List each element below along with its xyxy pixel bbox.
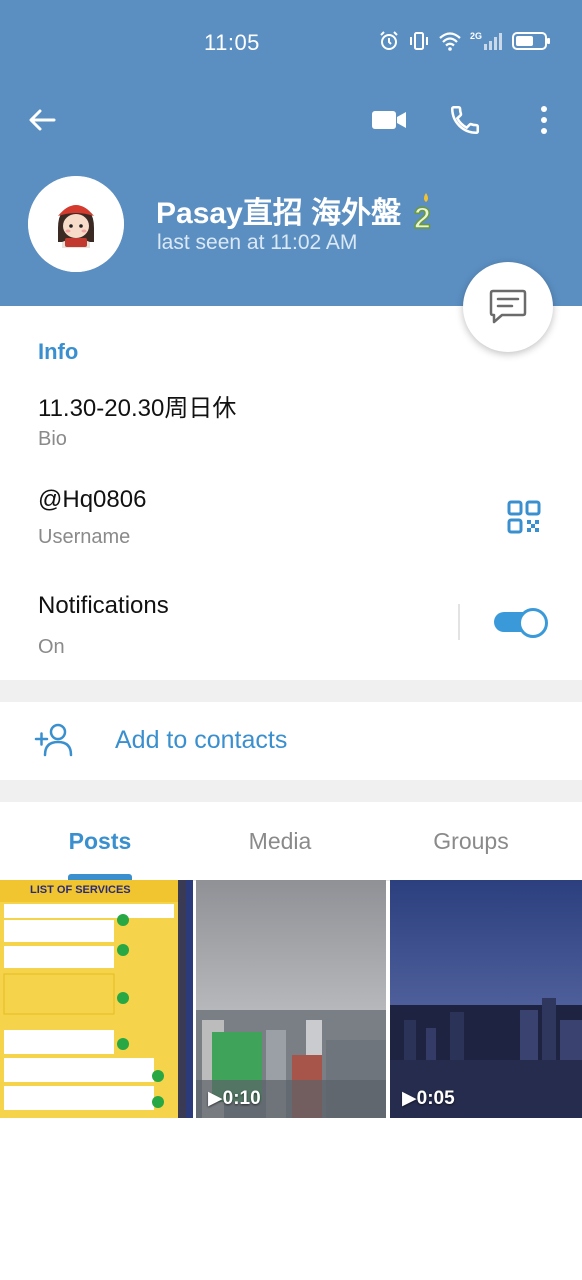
back-arrow-icon xyxy=(29,109,56,131)
toolbar xyxy=(0,98,582,142)
bio-label: Bio xyxy=(38,428,67,450)
wifi-icon xyxy=(439,32,461,51)
battery-icon xyxy=(512,32,550,50)
tab-posts[interactable]: Posts xyxy=(20,828,180,855)
add-to-contacts-label: Add to contacts xyxy=(115,726,288,754)
username-value[interactable]: @Hq0806 xyxy=(38,486,146,514)
svg-text:2: 2 xyxy=(414,202,431,231)
video-duration: ▶0:10 xyxy=(208,1088,261,1109)
more-options-button[interactable] xyxy=(530,98,558,142)
video-call-icon xyxy=(372,111,406,129)
message-icon xyxy=(489,289,527,324)
profile-name-text: Pasay直招 海外盤 xyxy=(156,197,402,230)
alarm-icon xyxy=(380,31,398,50)
add-person-icon xyxy=(34,722,74,763)
media-thumbnail[interactable]: ▶0:05 xyxy=(390,880,582,1118)
tab-groups[interactable]: Groups xyxy=(391,828,551,855)
toggle-knob xyxy=(518,608,548,638)
notifications-state: On xyxy=(38,636,65,658)
candle-emoji-icon: 2 xyxy=(411,191,441,239)
media-thumbnail[interactable]: LIST OF SERVICES xyxy=(0,880,193,1118)
video-duration: ▶0:05 xyxy=(402,1088,455,1109)
message-fab-button[interactable] xyxy=(463,262,553,352)
media-tabs: Posts Media Groups xyxy=(0,802,582,881)
back-button[interactable] xyxy=(26,98,66,142)
media-grid: LIST OF SERVICES ▶0:10 ▶0:05 xyxy=(0,880,582,1120)
section-divider xyxy=(0,780,582,802)
qr-code-button[interactable] xyxy=(507,500,541,534)
tab-media[interactable]: Media xyxy=(200,828,360,855)
bio-value[interactable]: 11.30-20.30周日休 xyxy=(38,388,236,423)
media-thumbnail[interactable]: ▶0:10 xyxy=(196,880,386,1118)
video-call-button[interactable] xyxy=(370,98,412,142)
voice-call-button[interactable] xyxy=(448,98,488,142)
qr-code-icon xyxy=(507,500,541,534)
more-vert-icon xyxy=(541,106,547,134)
avatar-illustration-icon xyxy=(28,176,124,272)
notifications-toggle[interactable] xyxy=(492,606,548,638)
svg-text:2G: 2G xyxy=(470,31,482,41)
status-icons: 2G xyxy=(378,30,552,52)
profile-header: 11:05 2G Pasay直招 海外盤 2 last seen at 11:0… xyxy=(0,0,582,306)
add-to-contacts-button[interactable]: Add to contacts xyxy=(0,702,582,780)
avatar[interactable] xyxy=(28,176,124,272)
phone-icon xyxy=(450,105,480,135)
status-time: 11:05 xyxy=(204,30,260,55)
section-divider xyxy=(0,680,582,702)
toggle-divider xyxy=(458,604,460,640)
signal-icon: 2G xyxy=(470,31,502,50)
username-label: Username xyxy=(38,526,131,548)
info-section-title: Info xyxy=(38,339,79,364)
services-sign-title: LIST OF SERVICES xyxy=(30,884,131,896)
vibrate-icon xyxy=(410,32,428,50)
notifications-title: Notifications xyxy=(38,592,169,619)
last-seen-status: last seen at 11:02 AM xyxy=(157,231,358,254)
